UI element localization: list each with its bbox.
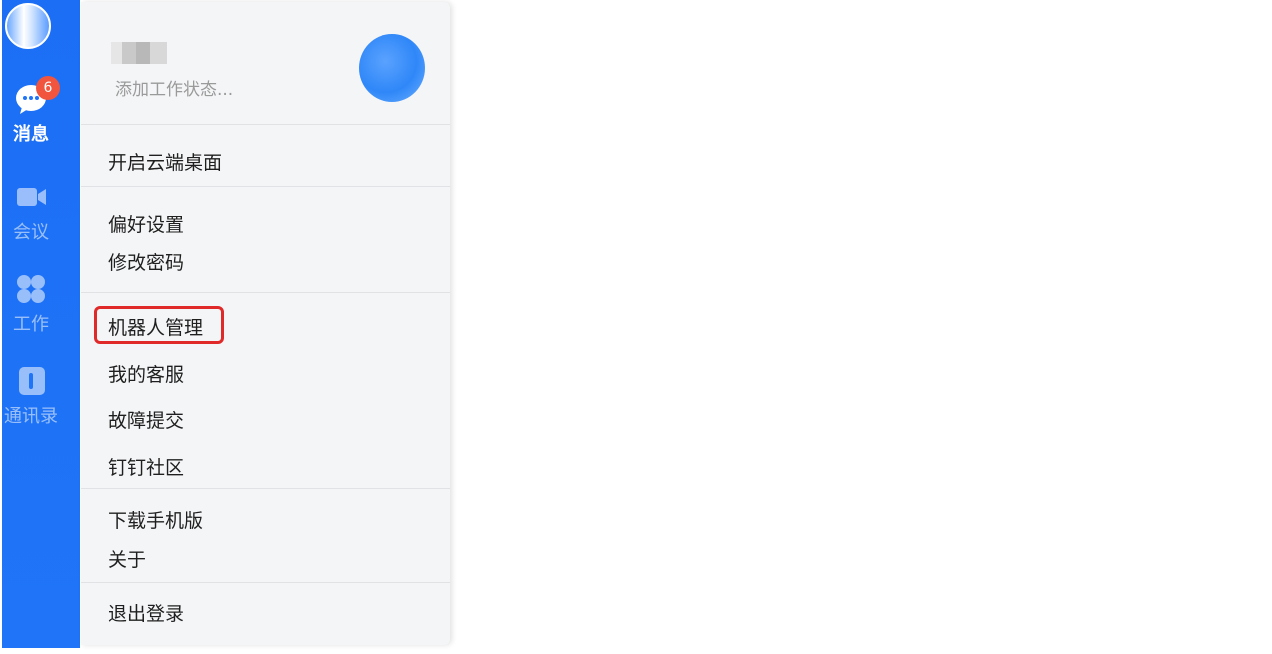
menu-item-download-mobile[interactable]: 下载手机版 bbox=[108, 506, 203, 533]
nav-label-messages: 消息 bbox=[13, 124, 49, 145]
menu-item-change-password[interactable]: 修改密码 bbox=[108, 248, 184, 275]
menu-item-my-service[interactable]: 我的客服 bbox=[108, 360, 184, 387]
nav-item-work[interactable]: 工作 bbox=[2, 272, 60, 336]
apps-grid-icon bbox=[17, 275, 45, 303]
menu-divider bbox=[81, 488, 450, 489]
menu-item-preferences[interactable]: 偏好设置 bbox=[108, 210, 184, 237]
user-name-redacted bbox=[111, 42, 167, 64]
menu-item-report-issue[interactable]: 故障提交 bbox=[108, 406, 184, 433]
menu-divider bbox=[81, 292, 450, 293]
menu-item-community[interactable]: 钉钉社区 bbox=[108, 453, 184, 480]
menu-item-cloud-desktop[interactable]: 开启云端桌面 bbox=[108, 148, 222, 175]
video-camera-icon bbox=[17, 188, 46, 206]
menu-item-about[interactable]: 关于 bbox=[108, 545, 146, 572]
contacts-book-icon bbox=[19, 367, 45, 395]
nav-label-meetings: 会议 bbox=[13, 222, 49, 243]
nav-label-work: 工作 bbox=[13, 314, 49, 335]
menu-divider bbox=[81, 186, 450, 187]
nav-rail: 消息 6 会议 工作 通讯录 bbox=[2, 0, 80, 648]
nav-label-contacts: 通讯录 bbox=[4, 406, 58, 427]
app-window: 消息 6 会议 工作 通讯录 添加工作状态... 开启云端桌面 偏好设置 修改密… bbox=[0, 0, 1272, 654]
profile-avatar[interactable] bbox=[359, 34, 425, 102]
nav-item-contacts[interactable]: 通讯录 bbox=[2, 364, 60, 428]
unread-badge: 6 bbox=[36, 76, 60, 100]
profile-header: 添加工作状态... bbox=[81, 2, 450, 124]
highlight-box bbox=[94, 306, 224, 344]
user-avatar[interactable] bbox=[5, 3, 51, 49]
menu-item-logout[interactable]: 退出登录 bbox=[108, 599, 184, 626]
menu-divider bbox=[81, 124, 450, 125]
nav-item-meetings[interactable]: 会议 bbox=[2, 180, 60, 244]
menu-divider bbox=[81, 582, 450, 583]
work-status-input[interactable]: 添加工作状态... bbox=[115, 75, 233, 100]
